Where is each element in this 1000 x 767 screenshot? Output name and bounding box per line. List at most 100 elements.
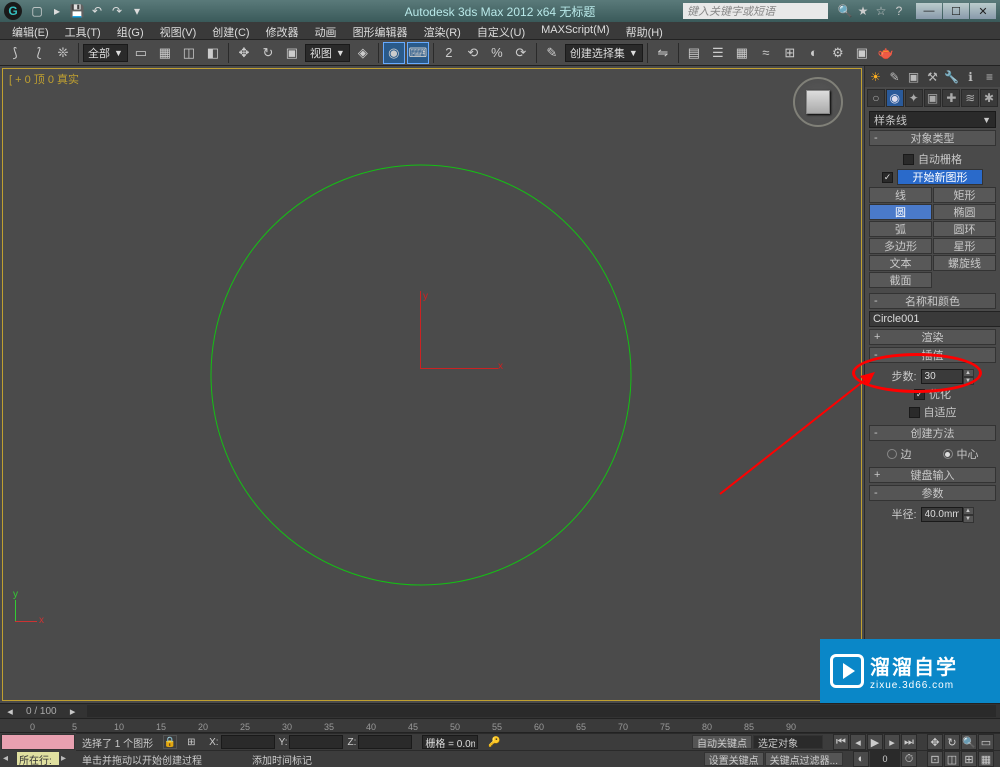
undo-icon[interactable]: ↶ xyxy=(88,3,106,19)
arc-rotate-icon[interactable]: ↻ xyxy=(944,734,960,750)
select-icon[interactable]: ▭ xyxy=(130,42,152,64)
link-icon[interactable]: ⟆ xyxy=(4,42,26,64)
snap-angle-icon[interactable]: ⟲ xyxy=(462,42,484,64)
select-manipulate-icon[interactable]: ◉ xyxy=(383,42,405,64)
goto-start-icon[interactable]: ⏮ xyxy=(833,734,849,750)
time-slider[interactable]: ◂ 0 / 100 ▸ xyxy=(0,703,1000,719)
prev-icon[interactable]: ◂ xyxy=(3,753,15,764)
tab-shapes-icon[interactable]: ◉ xyxy=(886,89,904,107)
brush-icon[interactable]: ✎ xyxy=(886,68,903,85)
tab-geometry-icon[interactable]: ○ xyxy=(867,89,885,107)
viewcube[interactable] xyxy=(793,77,843,127)
menu-customize[interactable]: 自定义(U) xyxy=(469,22,533,39)
layer-icon[interactable]: ☰ xyxy=(707,42,729,64)
optimize-checkbox[interactable]: ✓ xyxy=(914,389,925,400)
help-search[interactable]: 键入关键字或短语 xyxy=(683,3,828,19)
open-icon[interactable]: ▸ xyxy=(48,3,66,19)
center-radio[interactable] xyxy=(943,449,953,459)
keyboard-shortcut-icon[interactable]: ⌨ xyxy=(407,42,429,64)
keyfilter-button[interactable]: 关键点过滤器... xyxy=(765,752,843,766)
radius-input[interactable] xyxy=(921,507,963,522)
window-crossing-icon[interactable]: ◧ xyxy=(202,42,224,64)
goto-end-icon[interactable]: ⏭ xyxy=(901,734,917,750)
edit-named-sel-icon[interactable]: ✎ xyxy=(541,42,563,64)
menu-create[interactable]: 创建(C) xyxy=(204,22,257,39)
steps-spinner[interactable]: ▲▼ xyxy=(921,369,974,384)
btn-helix[interactable]: 螺旋线 xyxy=(933,255,996,271)
wrench-icon[interactable]: 🔧 xyxy=(943,68,960,85)
add-time-tag[interactable]: 添加时间标记 xyxy=(252,752,312,767)
btn-rectangle[interactable]: 矩形 xyxy=(933,187,996,203)
menu-rendering[interactable]: 渲染(R) xyxy=(416,22,469,39)
tab-cameras-icon[interactable]: ▣ xyxy=(924,89,942,107)
star-icon[interactable]: ★ xyxy=(856,4,870,18)
select-rotate-icon[interactable]: ↻ xyxy=(257,42,279,64)
select-name-icon[interactable]: ▦ xyxy=(154,42,176,64)
radius-up-icon[interactable]: ▲ xyxy=(963,507,974,515)
selected-obj-box[interactable]: 选定对象 xyxy=(753,735,823,749)
menu-views[interactable]: 视图(V) xyxy=(152,22,205,39)
viewport-top[interactable]: [ + 0 顶 0 真实 y x y x xyxy=(2,68,862,701)
steps-up-icon[interactable]: ▲ xyxy=(963,369,974,377)
key-icon[interactable]: 🔑 xyxy=(488,737,504,748)
btn-ngon[interactable]: 多边形 xyxy=(869,238,932,254)
fov-icon[interactable]: ▭ xyxy=(978,734,994,750)
btn-star[interactable]: 星形 xyxy=(933,238,996,254)
setkey-button[interactable]: 设置关键点 xyxy=(704,752,764,766)
time-input[interactable]: 0 xyxy=(870,751,900,767)
star2-icon[interactable]: ☆ xyxy=(874,4,888,18)
tab-lights-icon[interactable]: ✦ xyxy=(905,89,923,107)
steps-input[interactable] xyxy=(921,369,963,384)
ref-coord[interactable]: 视图▼ xyxy=(305,44,350,62)
radius-down-icon[interactable]: ▼ xyxy=(963,515,974,523)
menu-tools[interactable]: 工具(T) xyxy=(57,22,109,39)
prev-frame-icon[interactable]: ◂ xyxy=(850,734,866,750)
bind-icon[interactable]: ❊ xyxy=(52,42,74,64)
menu-maxscript[interactable]: MAXScript(M) xyxy=(533,22,617,39)
named-selection[interactable]: 创建选择集▼ xyxy=(565,44,643,62)
box-icon[interactable]: ▣ xyxy=(905,68,922,85)
selection-filter[interactable]: 全部▼ xyxy=(83,44,128,62)
align-icon[interactable]: ▤ xyxy=(683,42,705,64)
next-frame-icon[interactable]: ▸ xyxy=(884,734,900,750)
pan-icon[interactable]: ✥ xyxy=(927,734,943,750)
material-editor-icon[interactable]: ◐ xyxy=(803,42,825,64)
y-input[interactable] xyxy=(289,735,343,749)
startnew-checkbox[interactable]: ✓ xyxy=(882,172,893,183)
z-input[interactable] xyxy=(358,735,412,749)
shape-category-dropdown[interactable]: 样条线▼ xyxy=(869,111,996,128)
tab-systems-icon[interactable]: ✱ xyxy=(980,89,998,107)
qat-more-icon[interactable]: ▾ xyxy=(128,3,146,19)
start-new-shape-button[interactable]: 开始新图形 xyxy=(897,169,983,185)
here-label[interactable]: 所在行: xyxy=(17,752,59,765)
select-move-icon[interactable]: ✥ xyxy=(233,42,255,64)
x-input[interactable] xyxy=(221,735,275,749)
key-mode-icon[interactable]: ◐ xyxy=(853,751,869,767)
time-ruler[interactable]: 051015202530354045505560657075808590 xyxy=(0,719,1000,733)
coords-icon[interactable]: ⊞ xyxy=(187,737,199,748)
rollout-object-type[interactable]: -对象类型 xyxy=(869,130,996,146)
steps-down-icon[interactable]: ▼ xyxy=(963,377,974,385)
time-end-icon[interactable]: ▸ xyxy=(63,705,83,718)
time-config-icon[interactable]: ⏱ xyxy=(901,751,917,767)
max-toggle-icon[interactable]: ⊞ xyxy=(961,751,977,767)
play-icon[interactable]: ▶ xyxy=(867,734,883,750)
rollout-parameters[interactable]: -参数 xyxy=(869,485,996,501)
rollout-name-color[interactable]: -名称和颜色 xyxy=(869,293,996,309)
autogrid-checkbox[interactable] xyxy=(903,154,914,165)
mirror-icon[interactable]: ⇋ xyxy=(652,42,674,64)
tab-helpers-icon[interactable]: ✚ xyxy=(942,89,960,107)
pivot-icon[interactable]: ◈ xyxy=(352,42,374,64)
help-icon[interactable]: ? xyxy=(892,4,906,18)
autokey-button[interactable]: 自动关键点 xyxy=(692,735,752,749)
snap-percent-icon[interactable]: % xyxy=(486,42,508,64)
curve-editor-icon[interactable]: ≈ xyxy=(755,42,777,64)
app-logo[interactable]: G xyxy=(4,2,22,20)
menu-animation[interactable]: 动画 xyxy=(307,22,345,39)
render-frame-icon[interactable]: ▣ xyxy=(851,42,873,64)
render-icon[interactable]: 🫖 xyxy=(875,42,897,64)
btn-circle[interactable]: 圆 xyxy=(869,204,932,220)
select-region-icon[interactable]: ◫ xyxy=(178,42,200,64)
new-icon[interactable]: ▢ xyxy=(28,3,46,19)
hammer-icon[interactable]: ⚒ xyxy=(924,68,941,85)
